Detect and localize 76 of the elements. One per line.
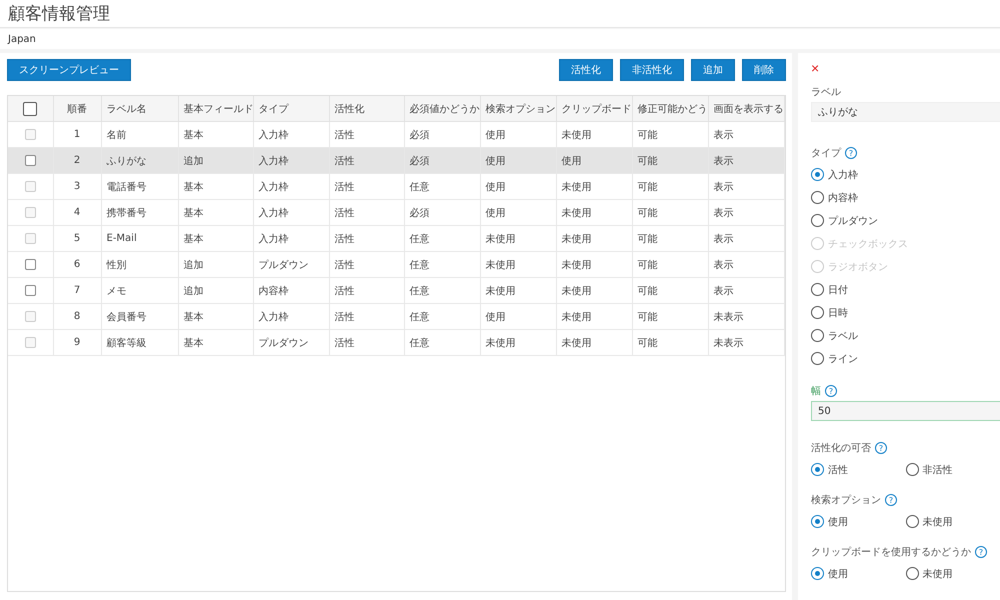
option-label: 日時: [828, 306, 848, 320]
select-all-checkbox[interactable]: [23, 102, 38, 116]
option-label: 活性: [828, 464, 848, 476]
page-title: 顧客情報管理: [8, 3, 110, 25]
width-input[interactable]: 50: [811, 401, 1000, 421]
table-cell: 未使用: [556, 330, 632, 356]
table-cell: 任意: [404, 330, 480, 356]
table-cell: 顧客等級: [101, 330, 178, 356]
table-cell: 可能: [632, 330, 708, 356]
radio-button[interactable]: [811, 214, 824, 227]
radio-button[interactable]: [906, 567, 918, 580]
option-label: 内容枠: [828, 192, 858, 204]
option-label: 未使用: [922, 516, 952, 528]
column-header[interactable]: 順番: [53, 96, 101, 122]
row-checkbox[interactable]: [24, 258, 36, 270]
column-header[interactable]: 検索オプション: [480, 96, 556, 122]
radio-button[interactable]: [811, 463, 824, 476]
preview-button[interactable]: スクリーンプレビュー: [7, 59, 131, 81]
help-icon[interactable]: ?: [975, 546, 987, 558]
radio-button[interactable]: [811, 191, 824, 204]
option-label: プルダウン: [828, 214, 878, 228]
table-cell: 活性: [329, 330, 404, 356]
option-label: 使用: [828, 568, 848, 580]
breadcrumb: Japan: [0, 29, 1000, 49]
row-checkbox[interactable]: [24, 284, 36, 296]
option-label: ライン: [828, 352, 858, 366]
close-button[interactable]: ×: [811, 61, 820, 75]
option-label: ラジオボタン: [828, 260, 888, 274]
column-header[interactable]: クリップボード: [556, 96, 632, 122]
column-header[interactable]: 活性化: [329, 96, 404, 122]
column-header[interactable]: タイプ: [253, 96, 329, 122]
action-button[interactable]: 追加: [691, 59, 735, 81]
table-row[interactable]: 7 メモ 追加 内容枠 活性 任意 未使用 未使用 可能 表示: [8, 278, 784, 304]
radio-button[interactable]: [811, 306, 824, 319]
table-row[interactable]: 2 ふりがな 追加 入力枠 活性 必須 使用 使用 可能 表示: [8, 148, 784, 174]
option-label: 使用: [828, 516, 848, 528]
action-button[interactable]: 削除: [742, 59, 786, 81]
field-label: 活性化の可否: [811, 442, 871, 455]
row-checkbox[interactable]: [24, 154, 36, 166]
radio-button[interactable]: [811, 283, 824, 296]
action-button[interactable]: 非活性化: [620, 59, 684, 81]
field-label: タイプ: [811, 146, 841, 160]
column-header[interactable]: 基本フィールド: [178, 96, 253, 122]
help-icon[interactable]: ?: [825, 385, 837, 397]
option-label: 日付: [828, 284, 848, 296]
option-label: 未使用: [922, 568, 952, 580]
field-label: 検索オプション: [811, 494, 881, 507]
help-icon[interactable]: ?: [885, 494, 897, 506]
table-row[interactable]: 6 性別 追加 プルダウン 活性 任意 未使用 未使用 可能 表示: [8, 252, 784, 278]
column-header[interactable]: 必須値かどうか: [404, 96, 480, 122]
table-cell: 基本: [178, 330, 253, 356]
table-cell: プルダウン: [253, 330, 329, 356]
field-label: ラベル: [811, 86, 841, 99]
table-cell: 未使用: [480, 330, 556, 356]
help-icon[interactable]: ?: [875, 442, 887, 454]
column-header[interactable]: 修正可能かどう: [632, 96, 708, 122]
option-label: ラベル: [828, 330, 858, 342]
table-cell: 未表示: [708, 330, 784, 356]
action-button[interactable]: 活性化: [559, 59, 613, 81]
label-input[interactable]: ふりがな: [811, 102, 1000, 122]
column-header[interactable]: ラベル名: [101, 96, 178, 122]
field-label: 幅: [811, 385, 821, 398]
radio-button[interactable]: [906, 515, 918, 528]
field-label: クリップボードを使用するかどうか: [811, 546, 971, 559]
option-label: チェックボックス: [828, 238, 908, 250]
column-header[interactable]: 画面を表示する: [708, 96, 784, 122]
radio-button[interactable]: [811, 352, 824, 365]
help-icon[interactable]: ?: [845, 147, 857, 159]
radio-button[interactable]: [811, 567, 824, 580]
radio-button[interactable]: [906, 463, 918, 476]
radio-button[interactable]: [811, 515, 824, 528]
radio-button[interactable]: [811, 329, 824, 342]
option-label: 非活性: [922, 464, 952, 476]
option-label: 入力枠: [828, 168, 858, 182]
radio-button[interactable]: [811, 168, 824, 181]
table-cell: 9: [53, 330, 101, 356]
